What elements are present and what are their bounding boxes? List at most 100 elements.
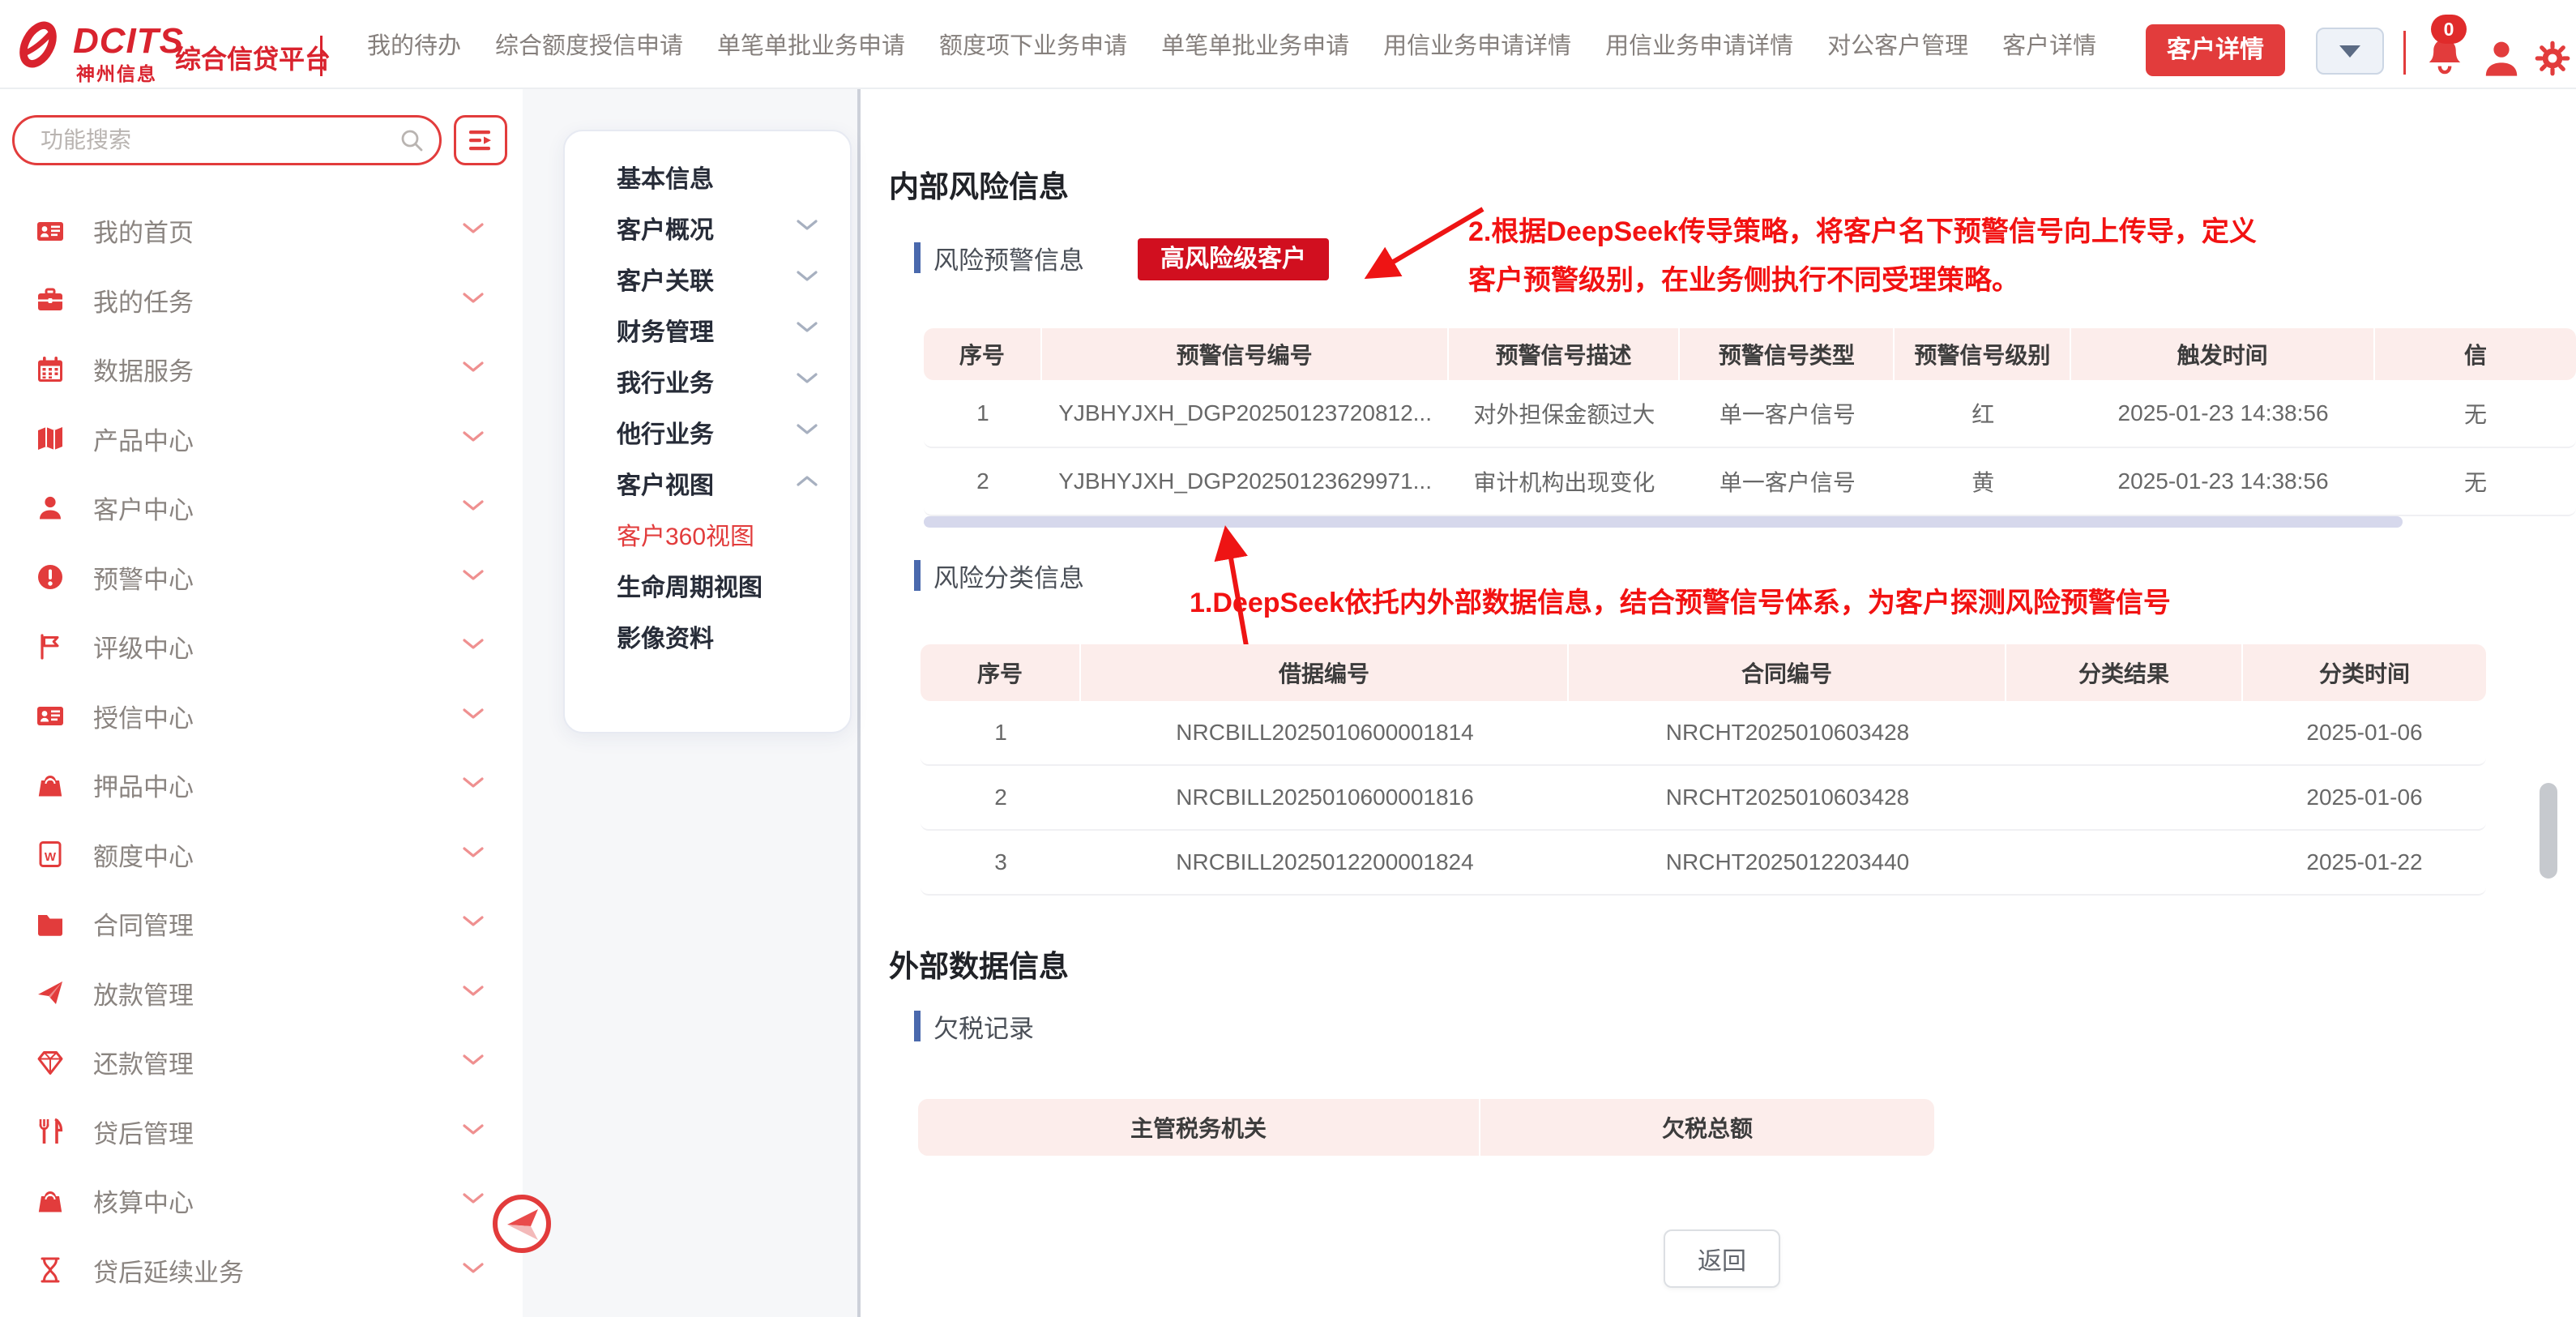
subsidebar-item-8[interactable]: 生命周期视图 <box>565 559 850 610</box>
subsidebar-item-2[interactable]: 客户关联 <box>565 253 850 304</box>
table2-cell <box>2006 766 2243 829</box>
subsidebar-item-4[interactable]: 我行业务 <box>565 355 850 406</box>
calendar-icon <box>36 356 64 383</box>
sidebar-item-7[interactable]: 授信中心 <box>0 682 523 751</box>
idcard-icon <box>36 217 64 245</box>
subsidebar-item-3[interactable]: 财务管理 <box>565 304 850 355</box>
subsection-tax-arrears: 欠税记录 <box>914 1008 1034 1044</box>
section-accent-bar <box>914 1011 921 1041</box>
doc-w-icon: W <box>36 840 64 868</box>
search-input[interactable] <box>12 115 442 165</box>
bag-icon <box>36 772 64 799</box>
chevron-down-icon <box>463 1124 484 1140</box>
sidebar-item-2[interactable]: 数据服务 <box>0 335 523 404</box>
sidebar-item-label: 放款管理 <box>93 975 463 1011</box>
risk-classification-table: 序号借据编号合同编号分类结果分类时间1NRCBILL20250106000018… <box>921 644 2486 896</box>
tab-overflow-dropdown-button[interactable] <box>2316 28 2384 75</box>
high-risk-customer-badge: 高风险级客户 <box>1138 238 1329 280</box>
table1-cell: 2025-01-23 14:38:56 <box>2071 448 2375 515</box>
chevron-down-icon <box>463 777 484 793</box>
bag-icon <box>36 1187 64 1215</box>
table2-cell: NRCHT2025012203440 <box>1569 831 2006 894</box>
chevron-down-icon <box>463 223 484 238</box>
table2-header-cell: 合同编号 <box>1569 644 2005 701</box>
back-button[interactable]: 返回 <box>1664 1229 1780 1288</box>
chevron-down-icon <box>797 373 818 388</box>
topnav-tabs: 我的待办综合额度授信申请单笔单批业务申请额度项下业务申请单笔单批业务申请用信业务… <box>367 0 2096 88</box>
sidebar-item-14[interactable]: 核算中心 <box>0 1166 523 1236</box>
sidebar-item-15[interactable]: 贷后延续业务 <box>0 1236 523 1306</box>
chevron-down-icon <box>463 293 484 308</box>
table1-cell: 2 <box>924 448 1042 515</box>
user-icon <box>36 494 64 522</box>
menu-collapse-button[interactable] <box>454 115 507 165</box>
sidebar-item-label: 额度中心 <box>93 836 463 873</box>
sidebar-item-3[interactable]: 产品中心 <box>0 404 523 474</box>
table2-cell: NRCBILL2025010600001816 <box>1081 766 1569 829</box>
sidebar-item-12[interactable]: 还款管理 <box>0 1028 523 1097</box>
alert-icon <box>36 563 64 591</box>
horizontal-scrollbar[interactable] <box>924 516 2403 528</box>
table1-cell: 对外担保金额过大 <box>1448 380 1680 447</box>
table2-row-2[interactable]: 3NRCBILL2025012200001824NRCHT20250122034… <box>921 831 2486 896</box>
topnav-tab-3[interactable]: 额度项下业务申请 <box>939 27 1127 61</box>
vertical-scrollbar[interactable] <box>2540 783 2557 879</box>
subsidebar-item-label: 客户360视图 <box>617 516 818 552</box>
sidebar-item-9[interactable]: W 额度中心 <box>0 820 523 890</box>
table1-header-cell: 预警信号类型 <box>1680 328 1893 380</box>
sidebar-item-6[interactable]: 评级中心 <box>0 612 523 682</box>
table1-row-1[interactable]: 2YJBHYJXH_DGP20250123629971...审计机构出现变化单一… <box>924 448 2576 516</box>
map-icon <box>36 425 64 452</box>
table1-cell: YJBHYJXH_DGP20250123720812... <box>1042 380 1449 447</box>
section-accent-bar <box>914 242 921 273</box>
sidebar-item-4[interactable]: 客户中心 <box>0 473 523 543</box>
topnav-tab-5[interactable]: 用信业务申请详情 <box>1383 27 1571 61</box>
svg-text:W: W <box>45 850 57 864</box>
subsidebar-item-0[interactable]: 基本信息 <box>565 151 850 202</box>
sidebar-item-label: 合同管理 <box>93 905 463 942</box>
table2-header-cell: 序号 <box>921 644 1079 701</box>
table3-header-cell: 欠税总额 <box>1480 1099 1934 1156</box>
subsection-label: 欠税记录 <box>933 1008 1034 1045</box>
table1-cell: 无 <box>2375 448 2576 515</box>
chevron-down-icon <box>463 708 484 724</box>
table2-cell: NRCHT2025010603428 <box>1569 766 2006 829</box>
subsidebar-item-6[interactable]: 客户视图 <box>565 457 850 508</box>
subsidebar-item-1[interactable]: 客户概况 <box>565 202 850 253</box>
sidebar-item-8[interactable]: 押品中心 <box>0 750 523 820</box>
subsidebar-item-5[interactable]: 他行业务 <box>565 406 850 457</box>
table2-row-1[interactable]: 2NRCBILL2025010600001816NRCHT20250106034… <box>921 766 2486 831</box>
sidebar-item-1[interactable]: 我的任务 <box>0 266 523 336</box>
topnav-tab-1[interactable]: 综合额度授信申请 <box>495 27 683 61</box>
topbar-divider <box>2403 31 2406 75</box>
topnav-tab-7[interactable]: 对公客户管理 <box>1827 27 1968 61</box>
sidebar-item-label: 我的首页 <box>93 212 463 249</box>
top-bar: DCITS 神州信息 综合信贷平台 我的待办综合额度授信申请单笔单批业务申请额度… <box>0 0 2576 89</box>
user-account-icon[interactable] <box>2481 39 2522 78</box>
subsidebar-item-7[interactable]: 客户360视图 <box>565 508 850 559</box>
sidebar-item-5[interactable]: 预警中心 <box>0 543 523 613</box>
table2-cell <box>2006 701 2243 764</box>
topnav-tab-8[interactable]: 客户详情 <box>2002 27 2096 61</box>
sidebar-item-11[interactable]: 放款管理 <box>0 959 523 1028</box>
topnav-tab-6[interactable]: 用信业务申请详情 <box>1605 27 1793 61</box>
topnav-tab-2[interactable]: 单笔单批业务申请 <box>717 27 905 61</box>
sidebar-item-13[interactable]: 贷后管理 <box>0 1097 523 1167</box>
table2-row-0[interactable]: 1NRCBILL2025010600001814NRCHT20250106034… <box>921 701 2486 766</box>
topnav-tab-0[interactable]: 我的待办 <box>367 27 461 61</box>
panel-collapse-button[interactable] <box>489 1191 554 1256</box>
sidebar-item-10[interactable]: 合同管理 <box>0 889 523 959</box>
sidebar-item-label: 贷后管理 <box>93 1114 463 1150</box>
topnav-active-tab[interactable]: 客户详情 <box>2146 24 2285 76</box>
chevron-down-icon <box>463 1263 484 1278</box>
main-sidebar: 我的首页我的任务数据服务产品中心客户中心预警中心评级中心授信中心押品中心 W 额度中… <box>0 89 523 1317</box>
sidebar-item-label: 我的任务 <box>93 282 463 319</box>
sidebar-item-0[interactable]: 我的首页 <box>0 196 523 266</box>
subsidebar-item-9[interactable]: 影像资料 <box>565 610 850 661</box>
table1-row-0[interactable]: 1YJBHYJXH_DGP20250123720812...对外担保金额过大单一… <box>924 380 2576 448</box>
table2-header-cell: 分类结果 <box>2006 644 2241 701</box>
gear-icon[interactable] <box>2535 41 2570 76</box>
topnav-tab-4[interactable]: 单笔单批业务申请 <box>1161 27 1349 61</box>
sidebar-item-label: 授信中心 <box>93 698 463 734</box>
hourglass-icon <box>36 1256 64 1284</box>
